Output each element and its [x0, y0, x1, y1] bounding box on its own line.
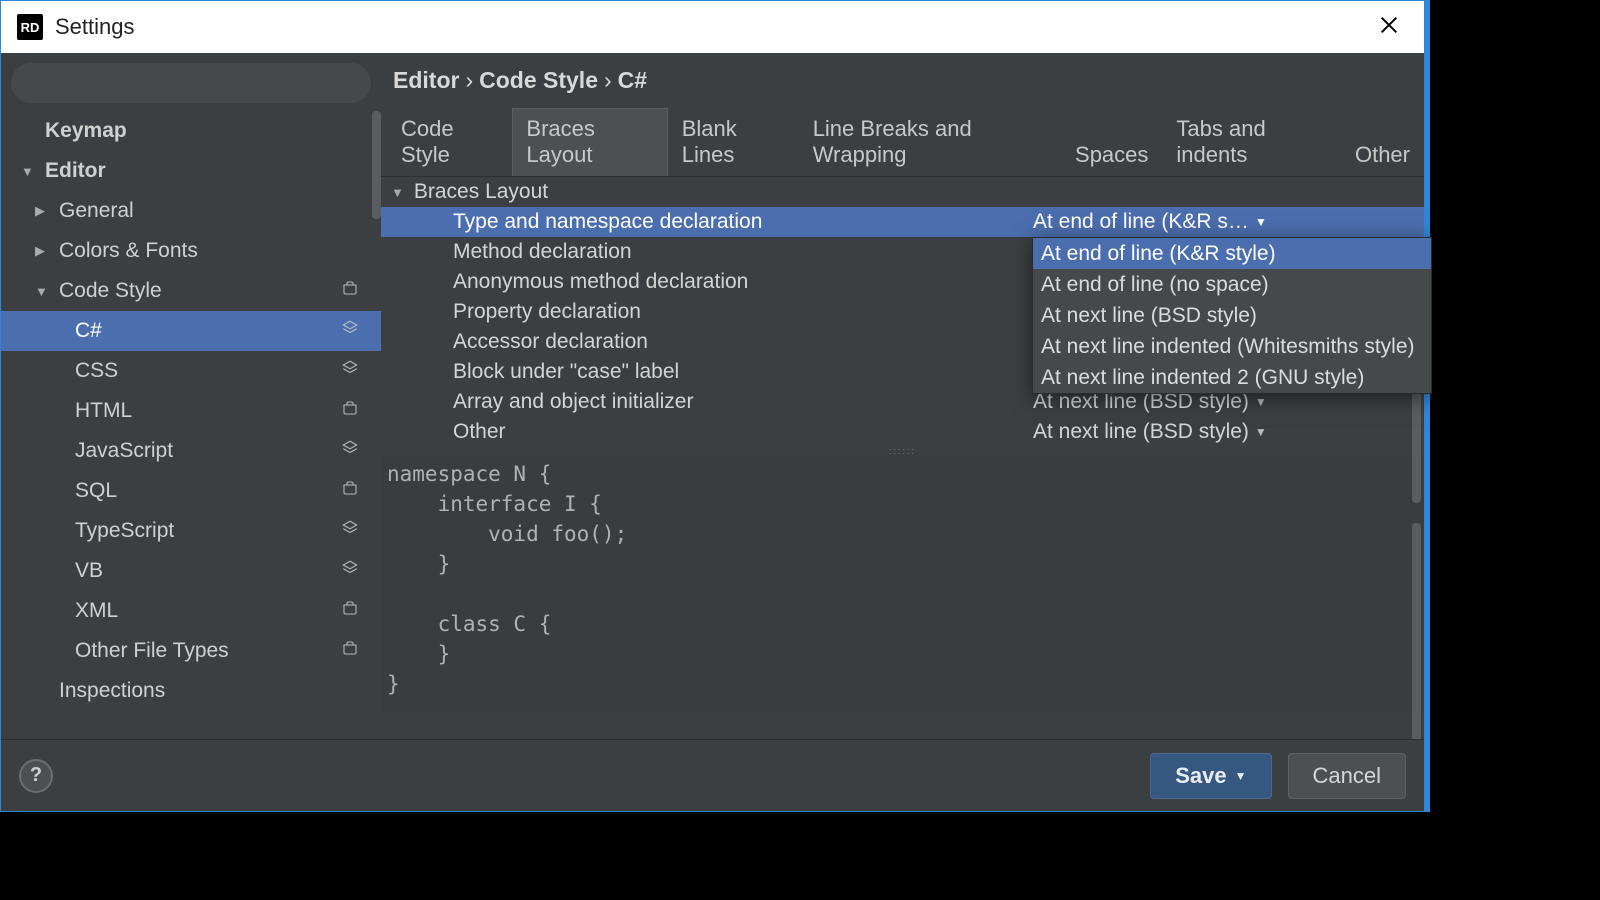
breadcrumb-part[interactable]: C# — [618, 67, 647, 94]
layers-icon — [341, 359, 369, 383]
section-title: Braces Layout — [414, 180, 548, 204]
scheme-icon — [341, 639, 369, 663]
option-label: Property declaration — [453, 300, 1033, 324]
dropdown-item[interactable]: At next line indented (Whitesmiths style… — [1033, 331, 1431, 362]
option-label: Anonymous method declaration — [453, 270, 1033, 294]
breadcrumb-part[interactable]: Code Style — [479, 67, 598, 94]
sidebar-item-label: Inspections — [59, 679, 165, 703]
sidebar-item-label: Other File Types — [75, 639, 229, 663]
scheme-icon — [341, 279, 369, 303]
sidebar-item-sql[interactable]: SQL — [1, 471, 381, 511]
preview-scrollbar[interactable] — [1412, 523, 1421, 763]
titlebar: RD Settings — [1, 1, 1424, 53]
tab-bar: Code StyleBraces LayoutBlank LinesLine B… — [381, 107, 1424, 176]
dropdown-item[interactable]: At next line (BSD style) — [1033, 300, 1431, 331]
sidebar-item-general[interactable]: General — [1, 191, 381, 231]
tab-blank-lines[interactable]: Blank Lines — [668, 108, 799, 177]
chevron-right-icon — [35, 203, 53, 219]
tab-spaces[interactable]: Spaces — [1061, 134, 1162, 177]
sidebar-item-label: Colors & Fonts — [59, 239, 198, 263]
sidebar-item-label: General — [59, 199, 134, 223]
layers-icon — [341, 519, 369, 543]
layers-icon — [341, 439, 369, 463]
code-preview: namespace N { interface I { void foo(); … — [381, 455, 1424, 713]
footer: ? Save▼ Cancel — [1, 739, 1424, 811]
tab-braces-layout[interactable]: Braces Layout — [512, 108, 667, 177]
sidebar-item-typescript[interactable]: TypeScript — [1, 511, 381, 551]
chevron-down-icon: ▼ — [1255, 395, 1267, 409]
layers-icon — [341, 559, 369, 583]
sidebar-item-xml[interactable]: XML — [1, 591, 381, 631]
sidebar-item-javascript[interactable]: JavaScript — [1, 431, 381, 471]
splitter-handle[interactable]: :::::: — [381, 447, 1424, 455]
option-label: Method declaration — [453, 240, 1033, 264]
scheme-icon — [341, 479, 369, 503]
option-label: Accessor declaration — [453, 330, 1033, 354]
sidebar-item-other-file-types[interactable]: Other File Types — [1, 631, 381, 671]
sidebar-item-label: Keymap — [45, 119, 127, 143]
option-row[interactable]: Type and namespace declarationAt end of … — [381, 207, 1424, 237]
sidebar-item-keymap[interactable]: Keymap — [1, 111, 381, 151]
sidebar-item-vb[interactable]: VB — [1, 551, 381, 591]
section-header[interactable]: ▼ Braces Layout — [381, 177, 1424, 207]
save-button[interactable]: Save▼ — [1150, 753, 1271, 799]
sidebar-item-label: VB — [75, 559, 103, 583]
sidebar-scrollbar[interactable] — [372, 111, 381, 219]
layers-icon — [341, 319, 369, 343]
sidebar-item-css[interactable]: CSS — [1, 351, 381, 391]
dropdown-item[interactable]: At end of line (K&R style) — [1033, 238, 1431, 269]
sidebar-item-label: CSS — [75, 359, 118, 383]
sidebar-item-label: TypeScript — [75, 519, 174, 543]
help-button[interactable]: ? — [19, 759, 53, 793]
tab-other[interactable]: Other — [1341, 134, 1424, 177]
chevron-right-icon — [35, 243, 53, 259]
option-label: Type and namespace declaration — [453, 210, 1033, 234]
settings-tree[interactable]: Keymap Editor General Colors & Fonts Code St… — [1, 111, 381, 739]
sidebar-item-inspections[interactable]: Inspections — [1, 671, 381, 711]
sidebar-item-c-[interactable]: C# — [1, 311, 381, 351]
sidebar-item-label: XML — [75, 599, 118, 623]
main-panel: Editor › Code Style › C# Code StyleBrace… — [381, 53, 1424, 739]
sidebar-item-label: Editor — [45, 159, 106, 183]
settings-window: RD Settings Keymap Editor General Colors & … — [0, 0, 1430, 812]
chevron-down-icon: ▼ — [1255, 425, 1267, 439]
sidebar-item-label: Code Style — [59, 279, 162, 303]
tab-code-style[interactable]: Code Style — [387, 108, 512, 177]
chevron-down-icon — [21, 164, 39, 179]
search-input[interactable] — [11, 63, 371, 103]
sidebar: Keymap Editor General Colors & Fonts Code St… — [1, 53, 381, 739]
scheme-icon — [341, 399, 369, 423]
dropdown-item[interactable]: At end of line (no space) — [1033, 269, 1431, 300]
sidebar-item-label: JavaScript — [75, 439, 173, 463]
dropdown-popup[interactable]: At end of line (K&R style)At end of line… — [1032, 237, 1432, 394]
tab-tabs-and-indents[interactable]: Tabs and indents — [1162, 108, 1341, 177]
breadcrumb: Editor › Code Style › C# — [381, 53, 1424, 107]
window-title: Settings — [55, 14, 135, 40]
option-value[interactable]: At next line (BSD style) — [1033, 420, 1249, 444]
sidebar-item-colors-fonts[interactable]: Colors & Fonts — [1, 231, 381, 271]
option-label: Block under "case" label — [453, 360, 1033, 384]
app-icon: RD — [17, 14, 43, 40]
sidebar-item-label: SQL — [75, 479, 117, 503]
options-panel: ▼ Braces Layout Type and namespace decla… — [381, 176, 1424, 447]
breadcrumb-part[interactable]: Editor — [393, 67, 459, 94]
sidebar-item-label: C# — [75, 319, 102, 343]
option-value[interactable]: At end of line (K&R s… — [1033, 210, 1249, 234]
option-row[interactable]: OtherAt next line (BSD style) ▼ — [381, 417, 1424, 447]
sidebar-item-html[interactable]: HTML — [1, 391, 381, 431]
sidebar-item-editor[interactable]: Editor — [1, 151, 381, 191]
dropdown-item[interactable]: At next line indented 2 (GNU style) — [1033, 362, 1431, 393]
chevron-down-icon: ▼ — [1255, 215, 1267, 229]
scheme-icon — [341, 599, 369, 623]
sidebar-item-label: HTML — [75, 399, 132, 423]
sidebar-item-code-style[interactable]: Code Style — [1, 271, 381, 311]
chevron-down-icon — [35, 284, 53, 299]
option-label: Array and object initializer — [453, 390, 1033, 414]
cancel-button[interactable]: Cancel — [1288, 753, 1406, 799]
close-button[interactable] — [1370, 8, 1408, 47]
option-label: Other — [453, 420, 1033, 444]
tab-line-breaks-and-wrapping[interactable]: Line Breaks and Wrapping — [799, 108, 1061, 177]
